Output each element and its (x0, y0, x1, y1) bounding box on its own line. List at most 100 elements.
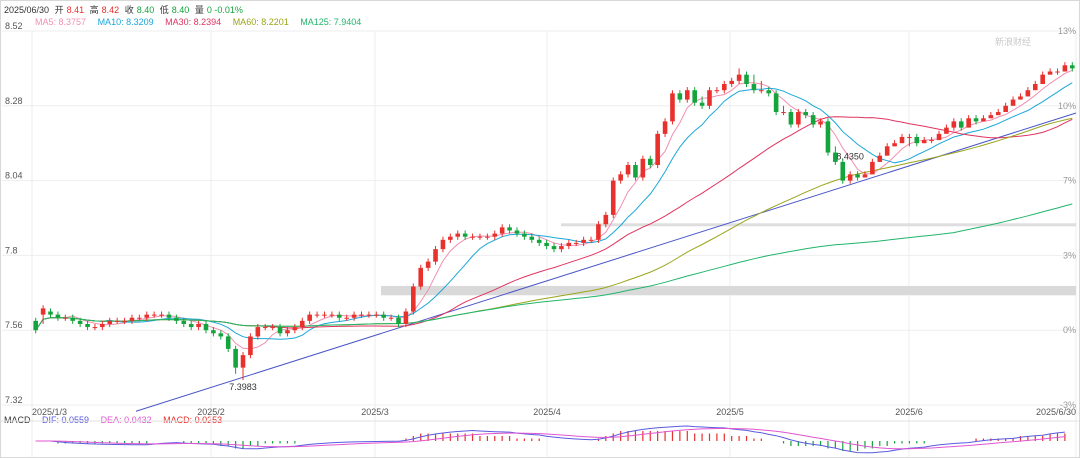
candle-body (1047, 71, 1053, 75)
candle (788, 108, 794, 128)
candle-body (921, 140, 927, 144)
candle (485, 233, 490, 240)
ma5-line (35, 69, 1073, 350)
candle-body (418, 267, 424, 287)
kline-chart-panel: 2025/06/30 开 8.41 高 8.42 收 8.40 低 8.40 量0 -0… (0, 0, 1080, 458)
candle (995, 108, 1001, 116)
candle (929, 136, 934, 144)
candle-body (862, 174, 868, 178)
candle (944, 124, 949, 134)
candle (914, 133, 920, 147)
candle-body (344, 317, 349, 319)
candle-body (211, 330, 216, 334)
candle (536, 236, 542, 247)
macd-bar (531, 438, 533, 441)
candle-body (433, 249, 438, 262)
candle-body (85, 323, 90, 328)
macd-bar (664, 431, 666, 441)
x-tick-label: 2025/5 (716, 407, 744, 417)
macd-bar (434, 433, 437, 441)
macd-bar (975, 438, 977, 441)
candle (262, 323, 268, 331)
candle (625, 161, 631, 178)
candle (381, 311, 386, 321)
candle (921, 136, 927, 144)
candle-body (596, 224, 601, 240)
candle-body (70, 317, 76, 321)
macd-bar (908, 441, 911, 444)
candle (892, 140, 897, 147)
candle (803, 108, 809, 119)
candle-body (277, 327, 283, 334)
candle-body (448, 236, 453, 240)
candle-body (33, 320, 38, 331)
macd-bar (708, 433, 711, 441)
candle (551, 242, 557, 253)
candle-body (248, 336, 253, 356)
macd-bar (782, 441, 785, 444)
macd-bar (501, 436, 503, 441)
candle (951, 118, 957, 131)
candle-body (699, 102, 705, 106)
candle-body (48, 311, 53, 315)
candle-body (174, 317, 179, 321)
candle (847, 171, 853, 184)
candle-body (722, 83, 727, 91)
macd-bar (649, 431, 651, 441)
candle (1040, 71, 1045, 84)
candle-body (1025, 90, 1031, 97)
candle-body (610, 180, 616, 215)
candle (936, 130, 942, 141)
macd-bar (893, 441, 896, 444)
candle (336, 311, 342, 321)
macd-bar (212, 441, 215, 444)
macd-bar (694, 433, 696, 441)
candle (470, 233, 475, 240)
candle-body (522, 233, 527, 237)
candle-body (714, 90, 720, 92)
candle (188, 320, 194, 331)
macd-bar (634, 431, 637, 441)
candle (773, 90, 779, 116)
macd-bar (671, 431, 674, 441)
candle (1003, 102, 1008, 113)
candle-body (781, 112, 786, 114)
candle-body (225, 336, 231, 349)
macd-bar (679, 431, 681, 441)
candle-body (544, 242, 549, 247)
candle (507, 224, 512, 234)
candle-body (351, 314, 357, 318)
macd-bar (812, 441, 814, 446)
candle-body (958, 121, 964, 128)
candle (144, 311, 150, 321)
candle-body (107, 320, 113, 324)
pct-tick-label: 3% (1063, 250, 1076, 260)
candle-body (603, 214, 609, 225)
macd-bar (286, 441, 289, 444)
macd-dea-line (35, 427, 1065, 450)
candle-body (470, 236, 475, 238)
macd-bar (886, 441, 888, 446)
candle-body (388, 317, 394, 319)
candle-body (381, 314, 386, 318)
candle-body (855, 174, 860, 178)
candle (114, 317, 120, 324)
x-tick-label: 2025/2 (197, 407, 225, 417)
candle-body (995, 112, 1001, 116)
candle-body (359, 314, 364, 316)
candle-body (440, 239, 446, 250)
pct-tick-label: 0% (1063, 325, 1076, 335)
candle (877, 152, 883, 162)
resistance-zone (561, 223, 1076, 227)
candle (203, 320, 209, 334)
candlestick-chart-svg[interactable]: 8.528.288.047.87.567.3213%10%7%3%0%-3%20… (1, 1, 1079, 457)
candle (736, 68, 742, 84)
candle (966, 115, 971, 128)
macd-bar (249, 441, 252, 446)
candle-body (40, 308, 46, 315)
candle (477, 233, 483, 240)
candle-body (736, 74, 742, 81)
macd-bar (738, 436, 740, 441)
macd-bar (620, 431, 622, 441)
candle-body (677, 93, 683, 100)
